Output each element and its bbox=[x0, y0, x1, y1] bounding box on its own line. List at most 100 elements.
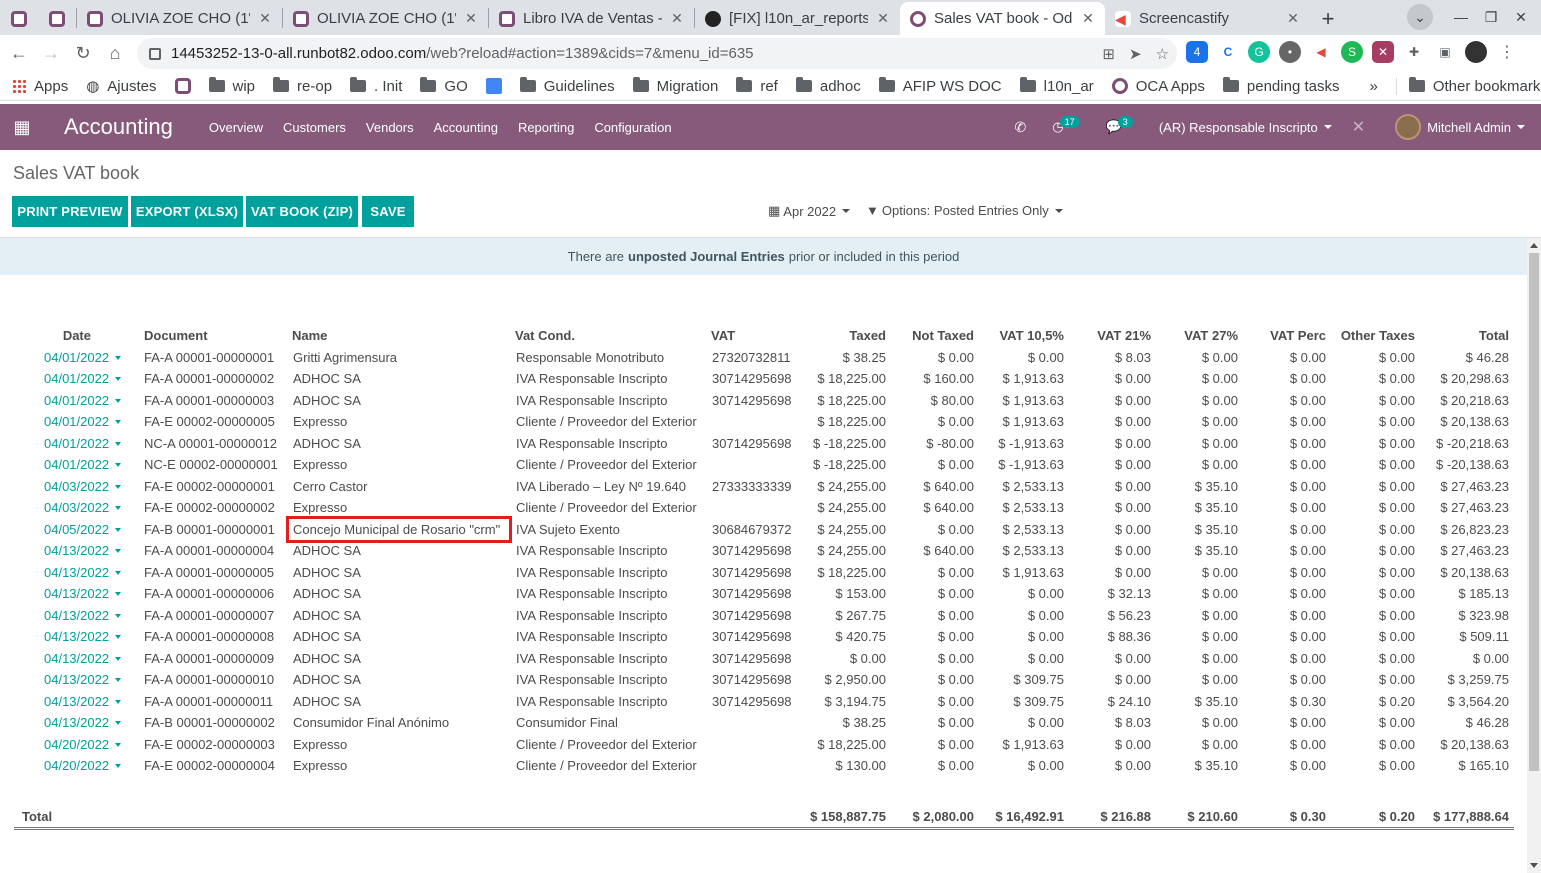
bookmark-folder[interactable]: GO bbox=[420, 77, 468, 95]
caret-down-icon[interactable] bbox=[115, 377, 122, 381]
debug-close-icon[interactable]: ✕ bbox=[1352, 117, 1365, 137]
caret-down-icon[interactable] bbox=[115, 764, 122, 768]
tab-close-icon[interactable]: ✕ bbox=[256, 10, 274, 27]
forward-icon[interactable]: → bbox=[35, 38, 67, 70]
caret-down-icon[interactable] bbox=[115, 506, 122, 510]
browser-tab[interactable]: OLIVIA ZOE CHO (1"/ ✕ bbox=[283, 2, 488, 35]
scroll-down-arrow[interactable] bbox=[1530, 863, 1538, 868]
translate-icon[interactable]: ⊞ bbox=[1102, 45, 1115, 63]
cell-date[interactable]: 04/13/2022 bbox=[44, 648, 122, 670]
date-link[interactable]: 04/20/2022 bbox=[44, 737, 109, 752]
browser-tab[interactable]: OLIVIA ZOE CHO (1"/ ✕ bbox=[77, 2, 282, 35]
date-link[interactable]: 04/13/2022 bbox=[44, 629, 109, 644]
date-link[interactable]: 04/01/2022 bbox=[44, 393, 109, 408]
cell-date[interactable]: 04/13/2022 bbox=[44, 583, 122, 605]
bookmark-folder[interactable]: Migration bbox=[632, 77, 718, 95]
date-link[interactable]: 04/01/2022 bbox=[44, 371, 109, 386]
sidepanel-icon[interactable]: ▣ bbox=[1434, 41, 1456, 63]
caret-down-icon[interactable] bbox=[115, 549, 122, 553]
minimize-icon[interactable]: — bbox=[1448, 4, 1474, 30]
cell-date[interactable]: 04/13/2022 bbox=[44, 605, 122, 627]
bookmark-apps[interactable]: Apps bbox=[12, 78, 68, 95]
activity-menu[interactable]: ◷17 bbox=[1052, 116, 1080, 135]
caret-down-icon[interactable] bbox=[115, 420, 122, 424]
extension-icon[interactable]: ✕ bbox=[1372, 41, 1394, 63]
home-icon[interactable]: ⌂ bbox=[99, 38, 131, 70]
cell-date[interactable]: 04/01/2022 bbox=[44, 368, 122, 390]
caret-down-icon[interactable] bbox=[115, 441, 122, 446]
vat-book-zip-button[interactable]: VAT BOOK (ZIP) bbox=[246, 196, 358, 227]
date-link[interactable]: 04/13/2022 bbox=[44, 586, 109, 601]
caret-down-icon[interactable] bbox=[115, 527, 122, 532]
caret-down-icon[interactable] bbox=[115, 398, 122, 403]
bookmark-folder[interactable]: Guidelines bbox=[519, 77, 615, 95]
cell-date[interactable]: 04/01/2022 bbox=[44, 390, 122, 412]
lock-icon[interactable] bbox=[149, 47, 161, 60]
tab-close-icon[interactable]: ✕ bbox=[874, 10, 892, 27]
menu-kebab-icon[interactable]: ⋮ bbox=[1496, 41, 1518, 63]
cell-date[interactable]: 04/03/2022 bbox=[44, 497, 122, 519]
date-link[interactable]: 04/13/2022 bbox=[44, 543, 109, 558]
caret-down-icon[interactable] bbox=[115, 570, 122, 575]
bookmark-odoo[interactable] bbox=[174, 78, 191, 94]
print-preview-button[interactable]: PRINT PREVIEW bbox=[12, 196, 128, 227]
menu-configuration[interactable]: Configuration bbox=[594, 120, 671, 135]
caret-down-icon[interactable] bbox=[115, 699, 122, 704]
caret-down-icon[interactable] bbox=[115, 742, 122, 747]
date-link[interactable]: 04/01/2022 bbox=[44, 414, 109, 429]
bookmark-translate[interactable] bbox=[485, 78, 502, 94]
share-icon[interactable]: ➤ bbox=[1129, 45, 1142, 63]
caret-down-icon[interactable] bbox=[115, 678, 122, 682]
company-switcher[interactable]: (AR) Responsable Inscripto bbox=[1159, 120, 1332, 135]
pinned-tab-2[interactable] bbox=[38, 2, 76, 35]
tab-close-icon[interactable]: ✕ bbox=[462, 10, 480, 27]
tab-search-button[interactable]: ⌄ bbox=[1407, 4, 1433, 30]
caret-down-icon[interactable] bbox=[115, 592, 122, 596]
menu-reporting[interactable]: Reporting bbox=[518, 120, 574, 135]
caret-down-icon[interactable] bbox=[115, 656, 122, 661]
cell-date[interactable]: 04/13/2022 bbox=[44, 562, 122, 584]
caret-down-icon[interactable] bbox=[115, 635, 122, 639]
extension-icon[interactable]: S bbox=[1341, 41, 1363, 63]
bookmark-folder[interactable]: adhoc bbox=[795, 77, 861, 95]
bookmark-folder[interactable]: l10n_ar bbox=[1019, 77, 1094, 95]
browser-tab[interactable]: ◀ Screencastify ✕ bbox=[1105, 2, 1310, 35]
menu-overview[interactable]: Overview bbox=[209, 120, 263, 135]
cell-date[interactable]: 04/03/2022 bbox=[44, 476, 122, 498]
cell-date[interactable]: 04/20/2022 bbox=[44, 755, 122, 777]
caret-down-icon[interactable] bbox=[115, 484, 122, 489]
extension-icon[interactable]: C bbox=[1217, 41, 1239, 63]
cell-date[interactable]: 04/01/2022 bbox=[44, 411, 122, 433]
back-icon[interactable]: ← bbox=[3, 38, 35, 70]
cell-date[interactable]: 04/13/2022 bbox=[44, 626, 122, 648]
cell-date[interactable]: 04/01/2022 bbox=[44, 347, 122, 369]
puzzle-icon[interactable]: ✚ bbox=[1403, 41, 1425, 63]
close-window-icon[interactable]: ✕ bbox=[1508, 4, 1534, 30]
caret-down-icon[interactable] bbox=[115, 721, 122, 725]
bookmark-folder[interactable]: pending tasks bbox=[1222, 77, 1339, 95]
screencastify-icon[interactable]: ◀ bbox=[1310, 41, 1332, 63]
cell-date[interactable]: 04/01/2022 bbox=[44, 433, 122, 455]
extension-icon[interactable]: • bbox=[1279, 41, 1301, 63]
bookmark-folder[interactable]: re-op bbox=[273, 77, 332, 95]
options-filter[interactable]: ▼ Options: Posted Entries Only bbox=[866, 203, 1063, 218]
scrollbar[interactable] bbox=[1527, 238, 1541, 873]
app-brand[interactable]: Accounting bbox=[64, 114, 173, 140]
cell-date[interactable]: 04/13/2022 bbox=[44, 669, 122, 691]
apps-menu-icon[interactable]: ▦ bbox=[0, 117, 44, 138]
date-link[interactable]: 04/13/2022 bbox=[44, 565, 109, 580]
bookmarks-overflow-button[interactable]: » bbox=[1369, 78, 1377, 95]
menu-accounting[interactable]: Accounting bbox=[434, 120, 498, 135]
bookmark-folder[interactable]: . Init bbox=[350, 77, 402, 95]
reload-icon[interactable]: ↻ bbox=[67, 38, 99, 70]
profile-avatar[interactable] bbox=[1465, 41, 1487, 63]
date-link[interactable]: 04/01/2022 bbox=[44, 436, 109, 451]
scroll-up-arrow[interactable] bbox=[1530, 243, 1538, 248]
bookmark-oca-apps[interactable]: OCA Apps bbox=[1111, 78, 1205, 95]
export-xlsx-button[interactable]: EXPORT (XLSX) bbox=[131, 196, 243, 227]
cell-date[interactable]: 04/01/2022 bbox=[44, 454, 122, 476]
extension-icon[interactable]: 4 bbox=[1186, 41, 1208, 63]
date-link[interactable]: 04/13/2022 bbox=[44, 651, 109, 666]
user-menu[interactable]: Mitchell Admin bbox=[1395, 114, 1525, 140]
date-link[interactable]: 04/01/2022 bbox=[44, 350, 109, 365]
